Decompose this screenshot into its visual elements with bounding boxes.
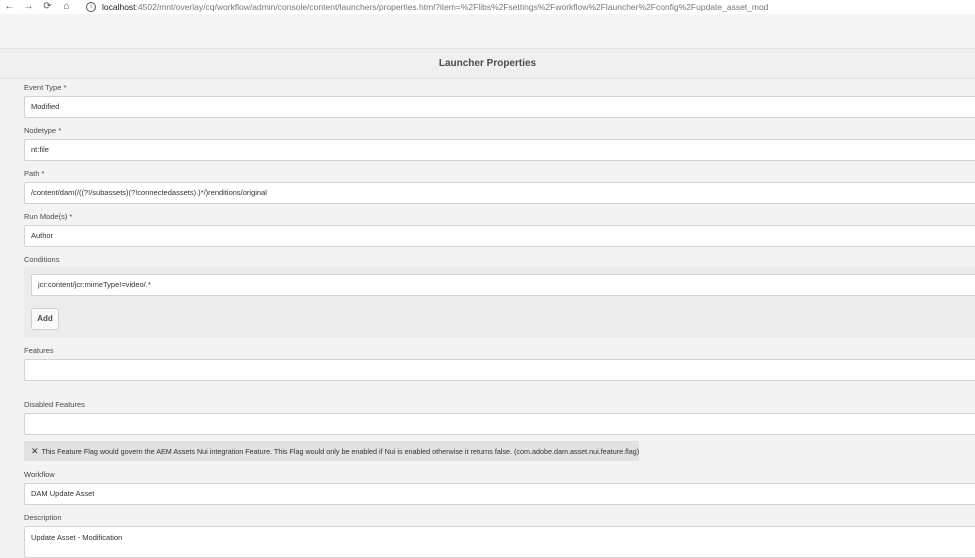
home-icon[interactable]: ⌂ [57, 0, 76, 14]
run-modes-label: Run Mode(s) * [24, 212, 73, 221]
back-arrow-icon[interactable]: ← [0, 0, 19, 14]
address-bar[interactable]: localhost:4502/mnt/overlay/cq/workflow/a… [102, 2, 768, 12]
browser-toolbar: ← → ⟳ ⌂ i localhost:4502/mnt/overlay/cq/… [0, 0, 975, 14]
condition-field[interactable]: jcr:content/jcr:mimeType!=video/.* [31, 274, 975, 296]
features-label: Features [24, 346, 54, 355]
page-title: Launcher Properties [0, 49, 975, 79]
nodetype-field[interactable]: nt:file [24, 139, 975, 161]
reload-icon[interactable]: ⟳ [38, 0, 57, 14]
conditions-label: Conditions [24, 255, 60, 264]
nodetype-label: Nodetype * [24, 126, 62, 135]
site-info-icon[interactable]: i [86, 2, 96, 12]
event-type-label: Event Type * [24, 83, 67, 92]
features-field[interactable] [24, 359, 975, 381]
description-label: Description [24, 513, 62, 522]
forward-arrow-icon[interactable]: → [19, 0, 38, 14]
url-path: :4502/mnt/overlay/cq/workflow/admin/cons… [135, 2, 769, 12]
event-type-select[interactable]: Modified [24, 96, 975, 118]
path-field[interactable]: /content/dam(/((?!/subassets)(?!connecte… [24, 182, 975, 204]
conditions-panel: jcr:content/jcr:mimeType!=video/.* Add [24, 267, 975, 337]
workflow-select[interactable]: DAM Update Asset [24, 483, 975, 505]
run-modes-select[interactable]: Author [24, 225, 975, 247]
feature-flag-note: This Feature Flag would govern the AEM A… [41, 447, 640, 456]
url-host: localhost [102, 2, 136, 12]
workflow-label: Workflow [24, 470, 55, 479]
close-icon[interactable]: ✕ [31, 446, 39, 456]
feature-flag-info-banner: ✕ This Feature Flag would govern the AEM … [24, 441, 639, 461]
disabled-features-label: Disabled Features [24, 400, 85, 409]
add-condition-button[interactable]: Add [31, 308, 59, 330]
disabled-features-field[interactable] [24, 413, 975, 435]
path-label: Path * [24, 169, 45, 178]
description-field[interactable]: Update Asset - Modification [24, 526, 975, 558]
page-toolbar [0, 14, 975, 49]
